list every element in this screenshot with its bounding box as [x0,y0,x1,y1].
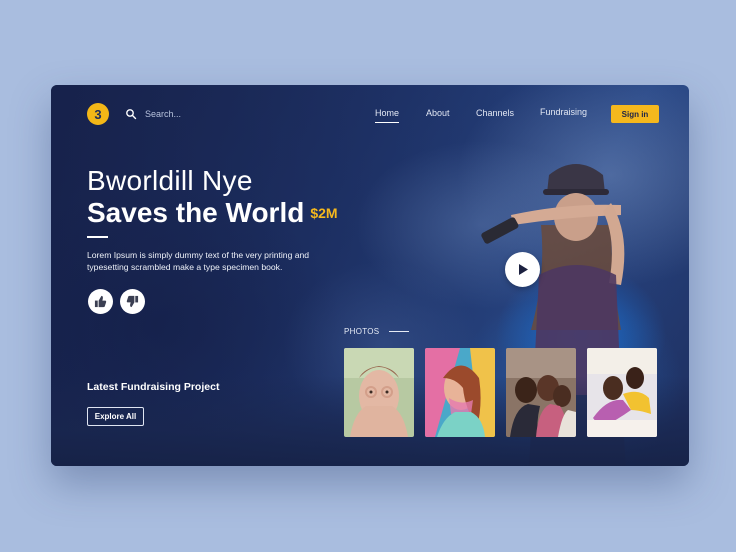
photo-1-image [344,348,414,437]
photo-thumbnail-3[interactable] [506,348,576,437]
hero-title: Saves the World [87,197,305,228]
play-video-button[interactable] [505,252,540,287]
nav-about[interactable]: About [426,108,450,118]
hero-amount: $2M [310,205,338,221]
latest-fundraising-heading: Latest Fundraising Project [87,381,220,393]
play-icon [518,264,528,275]
nav-fundraising[interactable]: Fundraising [540,107,587,117]
search-input[interactable] [145,109,225,119]
photo-2-image [425,348,495,437]
hero-title-line: Saves the World $2M [87,197,338,229]
title-divider [87,236,108,238]
photo-thumbnail-4[interactable] [587,348,657,437]
photos-divider [389,331,410,332]
thumbs-down-icon [126,295,139,308]
thumbs-up-button[interactable] [88,289,113,314]
logo-glyph: 3 [94,106,102,122]
photo-thumbnail-2[interactable] [425,348,495,437]
photos-label: PHOTOS [344,327,380,336]
thumbs-up-icon [94,295,107,308]
photo-4-image [587,348,657,437]
photos-section-label: PHOTOS [344,327,410,336]
thumbs-down-button[interactable] [120,289,145,314]
search-box[interactable] [125,107,225,121]
hero-subtitle: Bworldill Nye [87,165,253,196]
search-icon [126,109,137,120]
signin-button[interactable]: Sign in [611,105,659,123]
hero-description: Lorem Ipsum is simply dummy text of the … [87,250,310,273]
photo-thumbnail-1[interactable] [344,348,414,437]
brand-logo[interactable]: 3 [87,103,109,125]
nav-home[interactable]: Home [375,108,400,123]
nav-channels[interactable]: Channels [476,108,514,118]
photo-3-image [506,348,576,437]
hero-card: 3 Home About Channels Fundraising Sign i… [51,85,689,466]
explore-all-button[interactable]: Explore All [87,407,144,426]
